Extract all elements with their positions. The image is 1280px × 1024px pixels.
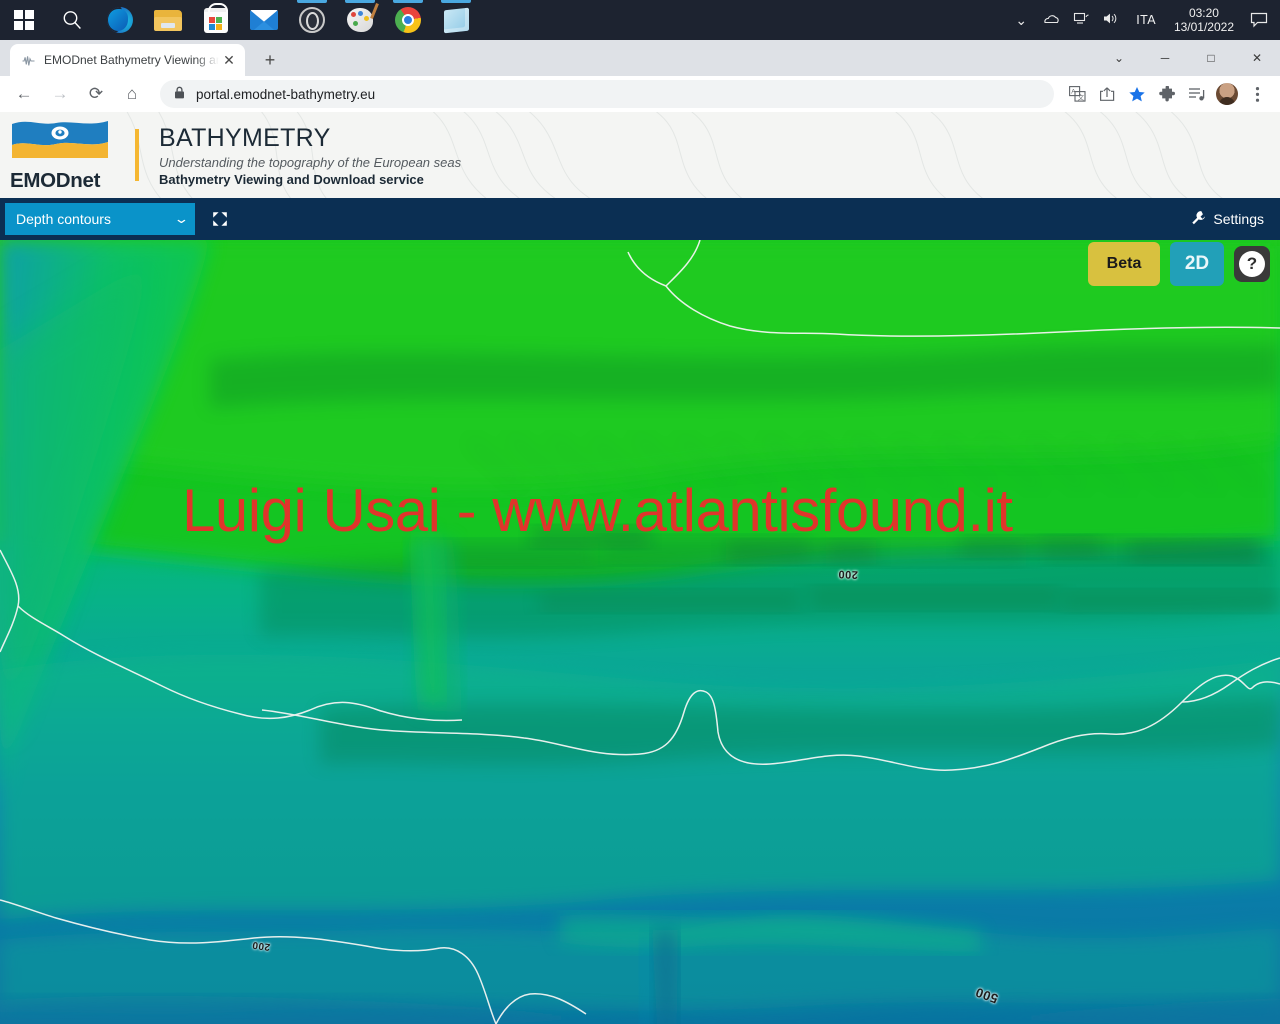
chevron-down-icon: ⌄ — [173, 211, 190, 226]
windows-taskbar: ⌄ ITA 03:20 13/01/2022 — [0, 0, 1280, 40]
settings-label: Settings — [1213, 211, 1264, 227]
tab-strip: EMODnet Bathymetry Viewing an ✕ + ⌄ ─ □ … — [0, 40, 1280, 76]
help-button[interactable]: ? — [1234, 246, 1270, 282]
bookmark-star-icon[interactable] — [1122, 79, 1152, 109]
clock-date: 13/01/2022 — [1173, 20, 1234, 34]
translate-icon[interactable]: A 文 — [1062, 79, 1092, 109]
tab-close-button[interactable]: ✕ — [219, 50, 239, 70]
emodnet-logo-mark — [12, 120, 108, 158]
header-divider — [135, 129, 139, 181]
language-indicator[interactable]: ITA — [1126, 13, 1166, 27]
folder-icon — [154, 9, 182, 31]
taskbar-app-list — [0, 0, 480, 40]
map-control-buttons: Beta 2D ? — [1088, 242, 1270, 286]
extensions-puzzle-icon[interactable] — [1152, 79, 1182, 109]
header-service-name: Bathymetry Viewing and Download service — [159, 171, 424, 187]
tab-emodnet[interactable]: EMODnet Bathymetry Viewing an ✕ — [10, 44, 245, 76]
contour-label-200-left: 200 — [251, 938, 271, 953]
edge-icon — [107, 7, 133, 33]
svg-text:A: A — [1071, 88, 1076, 95]
minimize-button[interactable]: ─ — [1142, 40, 1188, 76]
notification-icon[interactable] — [1242, 12, 1276, 28]
paint-palette-icon — [347, 8, 373, 32]
taskbar-edge[interactable] — [96, 0, 144, 40]
forward-button[interactable]: → — [44, 79, 76, 109]
taskbar-microsoft-store[interactable] — [192, 0, 240, 40]
fullscreen-expand-icon[interactable] — [209, 208, 231, 230]
map-raster — [0, 240, 1280, 1024]
page-title: BATHYMETRY — [159, 123, 331, 152]
mail-icon — [250, 10, 278, 30]
taskbar-mail[interactable] — [240, 0, 288, 40]
window-controls: ⌄ ─ □ ✕ — [1096, 40, 1280, 76]
map-toolbar: Depth contours ⌄ Settings — [0, 198, 1280, 240]
browser-toolbar: ← → ⟳ ⌂ portal.emodnet-bathymetry.eu A 文 — [0, 76, 1280, 112]
taskbar-file-explorer[interactable] — [144, 0, 192, 40]
clock[interactable]: 03:20 13/01/2022 — [1166, 6, 1242, 34]
tab-title: EMODnet Bathymetry Viewing an — [44, 53, 219, 67]
network-icon[interactable] — [1066, 11, 1096, 29]
taskbar-chrome[interactable] — [384, 0, 432, 40]
browser-chrome: EMODnet Bathymetry Viewing an ✕ + ⌄ ─ □ … — [0, 40, 1280, 112]
taskbar-sticky-notes[interactable] — [432, 0, 480, 40]
media-playlist-icon[interactable] — [1182, 79, 1212, 109]
obs-icon — [299, 7, 325, 33]
clock-time: 03:20 — [1188, 6, 1219, 20]
lock-icon — [174, 86, 185, 102]
system-tray: ⌄ ITA 03:20 13/01/2022 — [1006, 0, 1280, 40]
help-question-icon: ? — [1239, 251, 1265, 277]
address-bar[interactable]: portal.emodnet-bathymetry.eu — [160, 80, 1054, 108]
profile-avatar[interactable] — [1212, 79, 1242, 109]
layer-select-value: Depth contours — [16, 211, 111, 227]
site-favicon — [20, 52, 36, 68]
onedrive-icon[interactable] — [1036, 11, 1066, 29]
share-icon[interactable] — [1092, 79, 1122, 109]
sticky-note-icon — [443, 7, 469, 33]
tab-search-chevron-icon[interactable]: ⌄ — [1096, 40, 1142, 76]
search-icon — [63, 11, 81, 29]
volume-icon[interactable] — [1096, 11, 1126, 29]
taskbar-paint[interactable] — [336, 0, 384, 40]
svg-text:文: 文 — [1077, 92, 1084, 101]
new-tab-button[interactable]: + — [256, 48, 284, 72]
wrench-icon — [1191, 210, 1206, 228]
browser-menu-icon[interactable] — [1242, 79, 1272, 109]
header-tagline: Understanding the topography of the Euro… — [159, 154, 462, 170]
search-button[interactable] — [48, 0, 96, 40]
back-button[interactable]: ← — [8, 79, 40, 109]
emodnet-logo-text: EMODnet — [10, 168, 101, 192]
dimension-toggle-button[interactable]: 2D — [1170, 242, 1224, 286]
emodnet-logo[interactable]: EMODnet — [10, 118, 115, 193]
bathymetry-map[interactable]: 200 200 500 1000 Luigi Usai - www.atlant… — [0, 240, 1280, 1024]
chrome-icon — [395, 7, 421, 33]
maximize-button[interactable]: □ — [1188, 40, 1234, 76]
reload-button[interactable]: ⟳ — [80, 79, 112, 109]
taskbar-obs[interactable] — [288, 0, 336, 40]
site-header: EMODnet BATHYMETRY Understanding the top… — [0, 112, 1280, 198]
start-button[interactable] — [0, 0, 48, 40]
address-bar-url: portal.emodnet-bathymetry.eu — [196, 86, 376, 102]
settings-button[interactable]: Settings — [1191, 210, 1264, 228]
tray-chevron-icon[interactable]: ⌄ — [1006, 12, 1036, 29]
beta-badge-button[interactable]: Beta — [1088, 242, 1160, 286]
home-button[interactable]: ⌂ — [116, 79, 148, 109]
watermark-text: Luigi Usai - www.atlantisfound.it — [182, 477, 1013, 544]
header-text-block: BATHYMETRY Understanding the topography … — [159, 124, 461, 187]
layer-select-dropdown[interactable]: Depth contours ⌄ — [5, 203, 195, 235]
store-icon — [204, 2, 228, 33]
windows-logo-icon — [13, 9, 35, 31]
contour-label-200-upper: 200 — [837, 567, 859, 581]
close-window-button[interactable]: ✕ — [1234, 40, 1280, 76]
